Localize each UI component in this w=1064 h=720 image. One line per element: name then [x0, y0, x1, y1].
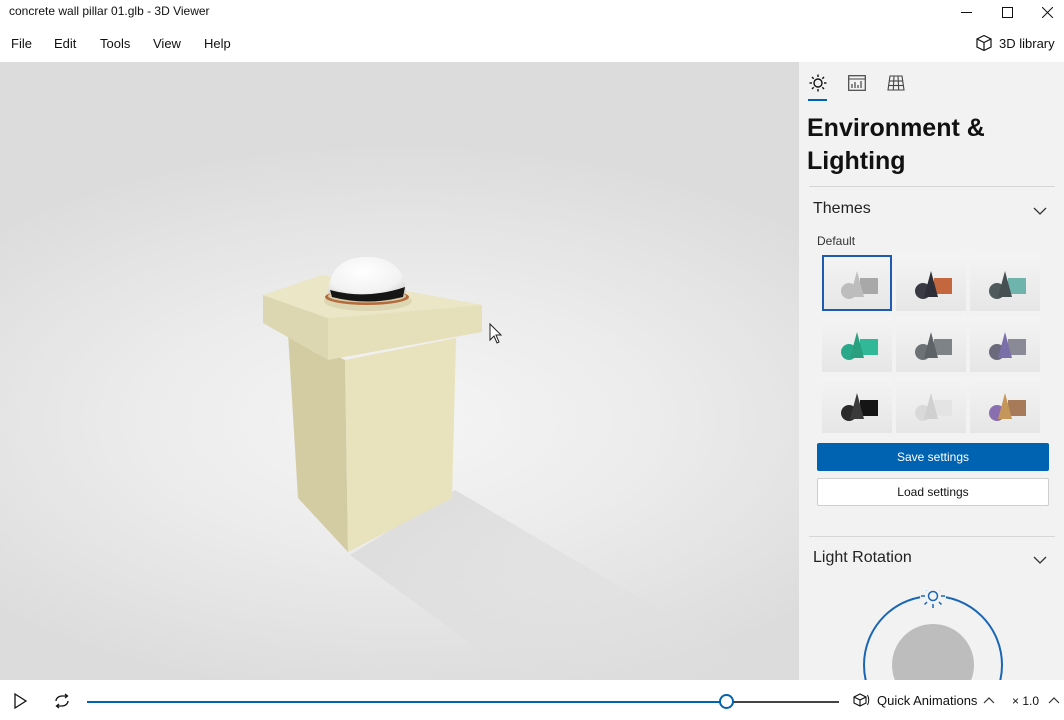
timeline-thumb[interactable]	[719, 694, 734, 709]
3d-library-label: 3D library	[999, 35, 1055, 51]
speed-label: × 1.0	[1012, 694, 1040, 708]
pillar-model	[263, 257, 780, 680]
theme-preview-icon	[841, 393, 878, 421]
light-sun-handle	[920, 590, 946, 609]
selected-theme-label: Default	[817, 234, 856, 248]
theme-preview-icon	[915, 271, 952, 299]
load-settings-button[interactable]: Load settings	[817, 478, 1049, 506]
stats-tab[interactable]	[846, 72, 868, 94]
theme-preview-icon	[841, 332, 878, 360]
themes-heading: Themes	[813, 200, 871, 217]
environment-tab[interactable]	[807, 72, 829, 94]
theme-preview-icon	[989, 332, 1026, 360]
theme-preview-icon	[915, 332, 952, 360]
maximize-icon	[1001, 6, 1013, 18]
stats-icon	[848, 75, 866, 91]
theme-preview-icon	[989, 393, 1026, 421]
theme-preview-icon	[841, 271, 878, 299]
theme-default[interactable]	[822, 255, 892, 311]
close-button[interactable]	[1027, 0, 1064, 24]
menu-tools[interactable]: Tools	[100, 36, 130, 51]
menu-help[interactable]: Help	[204, 36, 231, 51]
theme-preview-icon	[915, 393, 952, 421]
save-settings-button[interactable]: Save settings	[817, 443, 1049, 471]
minimize-button[interactable]	[946, 0, 986, 24]
active-tab-indicator	[808, 99, 827, 101]
grid-icon	[887, 75, 905, 91]
animation-bar: Quick Animations × 1.0	[0, 680, 1064, 720]
menu-edit[interactable]: Edit	[54, 36, 76, 51]
quick-animations-button[interactable]: Quick Animations	[853, 692, 995, 708]
loop-icon[interactable]	[53, 692, 71, 710]
window-title: concrete wall pillar 01.glb - 3D Viewer	[9, 4, 210, 18]
minimize-icon	[960, 11, 972, 13]
theme-green[interactable]	[822, 316, 892, 372]
theme-grey[interactable]	[896, 316, 966, 372]
grid-tab[interactable]	[885, 72, 907, 94]
3d-viewport[interactable]	[0, 62, 799, 680]
chevron-down-icon[interactable]	[1032, 203, 1048, 219]
chevron-down-icon[interactable]	[1032, 552, 1048, 568]
animation-icon	[853, 693, 870, 707]
panel-title: Environment & Lighting	[807, 114, 985, 175]
speed-selector[interactable]: × 1.0	[1012, 694, 1060, 708]
close-icon	[1041, 6, 1053, 18]
menu-file[interactable]: File	[11, 36, 32, 51]
divider	[809, 536, 1055, 537]
maximize-button[interactable]	[987, 0, 1027, 24]
theme-grid	[822, 255, 1054, 433]
theme-black[interactable]	[822, 377, 892, 433]
theme-violet[interactable]	[970, 316, 1040, 372]
theme-sunset[interactable]	[970, 377, 1040, 433]
title-bar: concrete wall pillar 01.glb - 3D Viewer	[0, 0, 1064, 24]
light-rotation-heading: Light Rotation	[813, 549, 912, 566]
environment-panel: Environment & Lighting Themes Default Sa…	[799, 62, 1064, 680]
play-icon[interactable]	[11, 692, 29, 710]
menu-view[interactable]: View	[153, 36, 181, 51]
quick-animations-label: Quick Animations	[877, 692, 978, 708]
theme-white[interactable]	[896, 377, 966, 433]
theme-teal[interactable]	[970, 255, 1040, 311]
theme-warm[interactable]	[896, 255, 966, 311]
chevron-up-icon	[984, 697, 995, 704]
light-rotation-dial[interactable]	[863, 590, 1005, 680]
cube-icon	[976, 34, 992, 52]
theme-preview-icon	[989, 271, 1026, 299]
chevron-up-icon	[1048, 697, 1060, 704]
3d-library-button[interactable]: 3D library	[975, 33, 1055, 53]
timeline-progress	[87, 701, 726, 703]
menu-bar: File Edit Tools View Help 3D library	[0, 24, 1064, 62]
divider	[809, 186, 1055, 187]
sun-icon	[809, 74, 827, 92]
